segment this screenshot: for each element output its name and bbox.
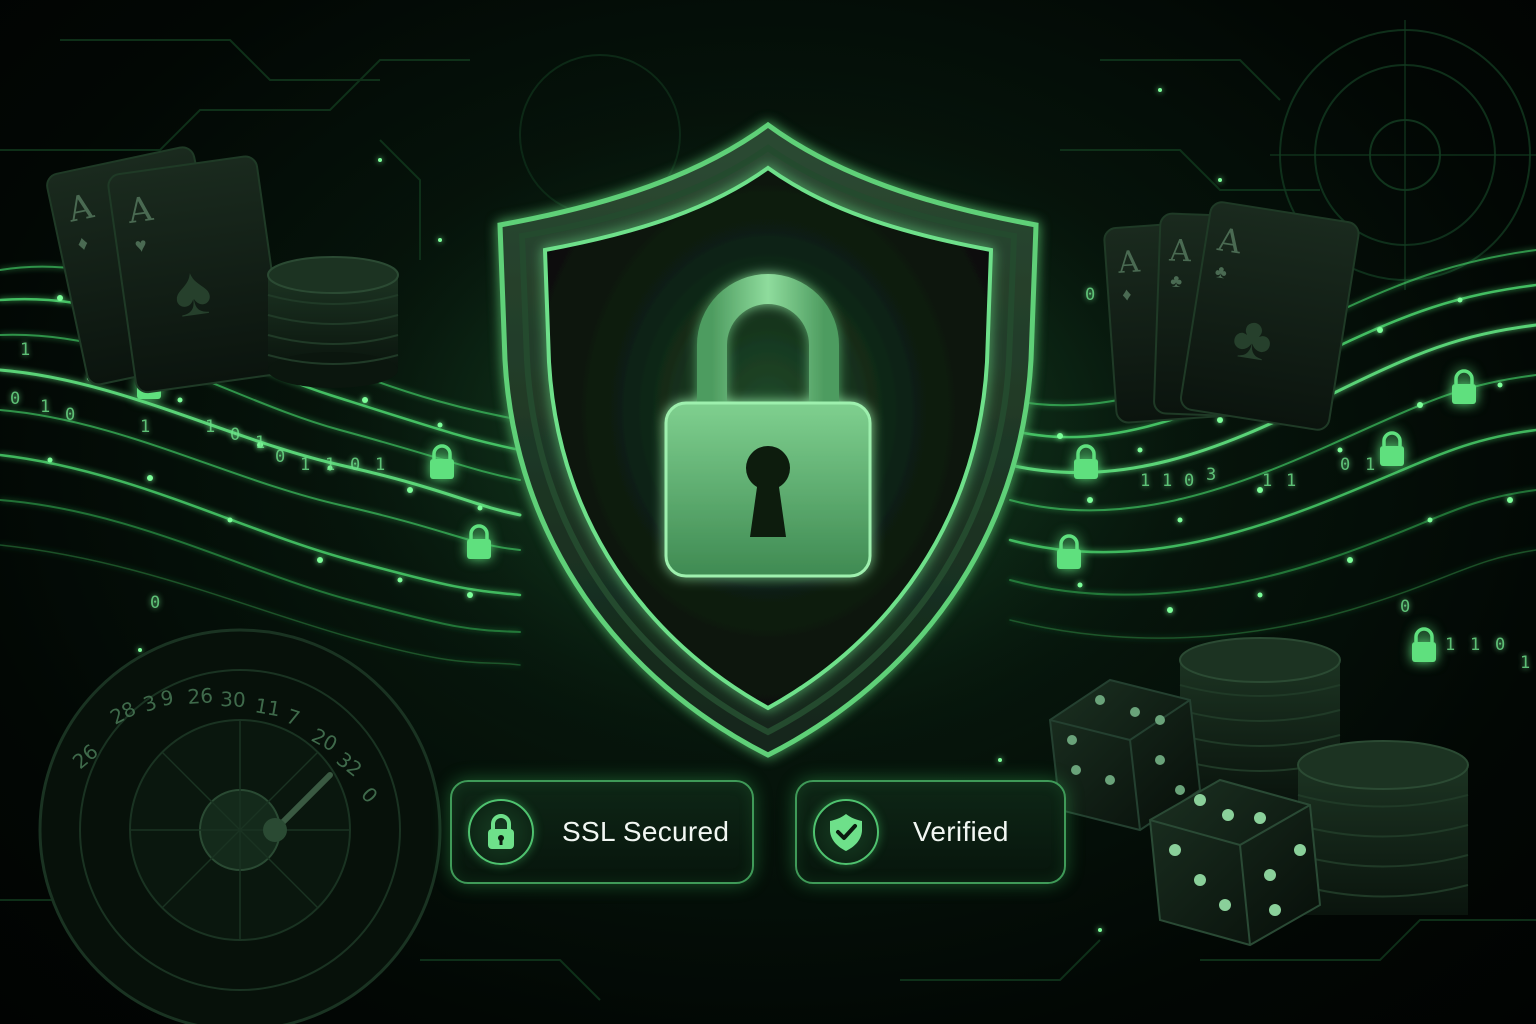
svg-text:0: 0 (350, 455, 360, 475)
padlock-icon (1412, 627, 1436, 662)
svg-text:A: A (1116, 244, 1141, 281)
svg-text:30: 30 (220, 687, 246, 712)
club-suit-icon: ♣ (1170, 271, 1183, 291)
svg-text:1: 1 (40, 397, 50, 417)
svg-text:1: 1 (1262, 471, 1272, 491)
svg-text:1: 1 (1520, 653, 1530, 673)
roulette-wheel: 26 28 3 9 26 30 11 7 20 32 0 (38, 628, 442, 1024)
svg-text:A: A (1168, 234, 1192, 270)
svg-text:1: 1 (20, 340, 30, 360)
playing-cards-left: A ♦ A ♥ ♠ (46, 146, 286, 394)
svg-text:11: 11 (253, 693, 282, 721)
shield-check-icon (813, 799, 879, 865)
security-hero-scene: 1 0 1 0 1 1 0 1 0 1 1 0 1 0 1 1 0 3 1 1 … (0, 0, 1536, 1024)
playing-cards-right: A ♦ A ♣ A ♣ ♣ (1103, 201, 1360, 431)
svg-text:0: 0 (1085, 285, 1095, 305)
svg-text:1: 1 (1286, 471, 1296, 491)
svg-text:26: 26 (187, 683, 214, 709)
diamond-suit-icon: ♦ (1122, 284, 1133, 305)
svg-text:1: 1 (1162, 471, 1172, 491)
svg-text:1: 1 (1365, 455, 1375, 475)
svg-text:0: 0 (1340, 455, 1350, 475)
ssl-secured-badge[interactable]: SSL Secured (450, 780, 754, 884)
hero-illustration: 1 0 1 0 1 1 0 1 0 1 1 0 1 0 1 1 0 3 1 1 … (0, 20, 1536, 1024)
padlock-icon (1380, 431, 1404, 466)
svg-text:1: 1 (1470, 635, 1480, 655)
svg-text:0: 0 (275, 447, 285, 467)
svg-text:1: 1 (1140, 471, 1150, 491)
padlock-icon (468, 799, 534, 865)
svg-text:1: 1 (140, 417, 150, 437)
svg-text:0: 0 (150, 593, 160, 613)
svg-text:0: 0 (230, 425, 240, 445)
svg-text:3: 3 (1206, 465, 1216, 485)
svg-text:1: 1 (1445, 635, 1455, 655)
svg-text:0: 0 (1400, 597, 1410, 617)
padlock-icon (1452, 369, 1476, 404)
verified-badge[interactable]: Verified (795, 780, 1066, 884)
svg-text:1: 1 (205, 417, 215, 437)
chip-stack-left (267, 256, 399, 388)
svg-text:0: 0 (1495, 635, 1505, 655)
svg-text:0: 0 (10, 389, 20, 409)
die-front (1148, 778, 1322, 947)
svg-text:1: 1 (255, 433, 265, 453)
svg-text:0: 0 (1184, 471, 1194, 491)
ssl-secured-label: SSL Secured (562, 816, 730, 847)
svg-text:0: 0 (65, 405, 75, 425)
svg-text:1: 1 (325, 455, 335, 475)
svg-text:1: 1 (375, 455, 385, 475)
verified-label: Verified (913, 816, 1009, 847)
svg-text:1: 1 (300, 455, 310, 475)
